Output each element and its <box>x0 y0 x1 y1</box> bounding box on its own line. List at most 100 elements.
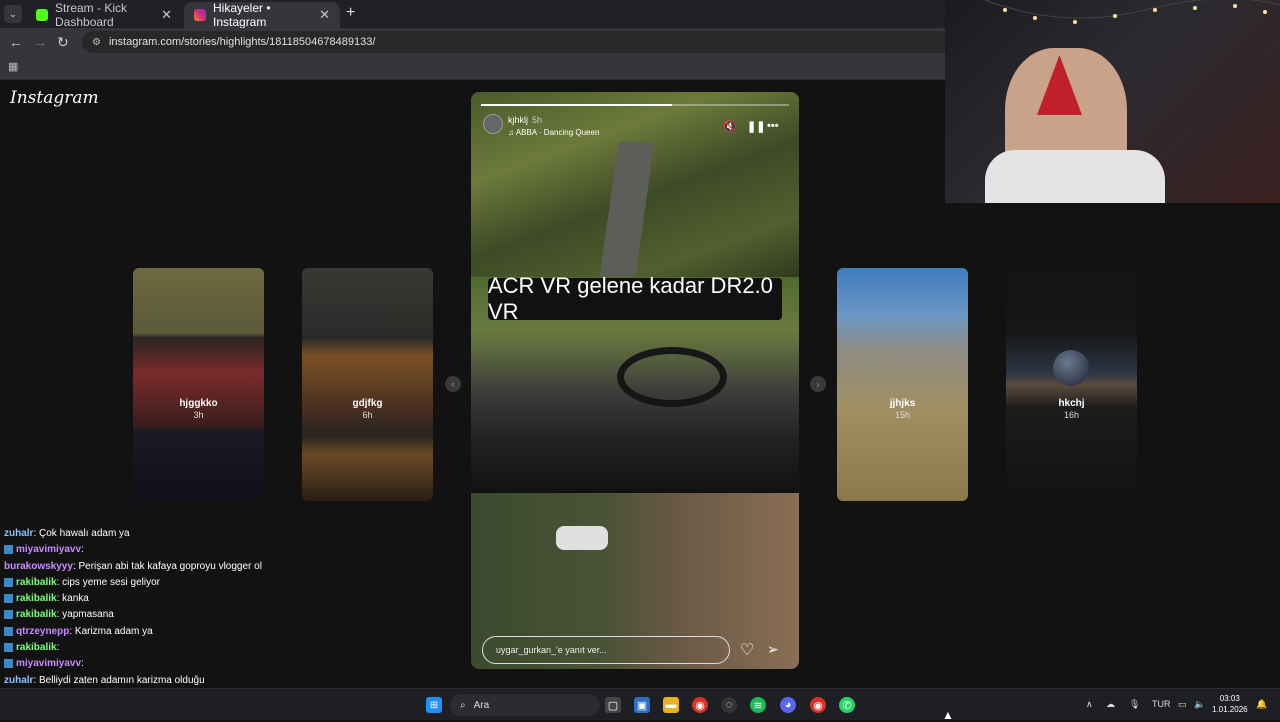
url-text: instagram.com/stories/highlights/1811850… <box>108 36 376 48</box>
chat-text: : <box>81 544 84 556</box>
spotify-icon[interactable]: ≋ <box>750 697 766 713</box>
task-view-icon[interactable]: ▢ <box>605 697 621 713</box>
story-author[interactable]: kjhklj 5h <box>508 115 542 125</box>
story-progress-bar <box>481 104 789 106</box>
chat-message: miyavimiyavv: <box>4 656 464 672</box>
story-username: jjhjks <box>889 398 916 409</box>
network-icon[interactable]: ▭ <box>1178 699 1187 710</box>
story-music[interactable]: ♫ ABBA · Dancing Queen <box>508 128 599 137</box>
address-bar[interactable]: ⚙ instagram.com/stories/highlights/18118… <box>82 31 952 53</box>
story-age: 3h <box>193 410 204 420</box>
mute-icon[interactable]: 🔇 <box>723 120 737 133</box>
previous-story-arrow-icon[interactable]: ‹ <box>445 376 461 392</box>
back-arrow-icon[interactable]: ← <box>9 34 23 50</box>
road-shape <box>599 142 655 277</box>
chat-message: burakowskyyy: Perişan abi tak kafaya gop… <box>4 559 464 575</box>
taskbar-search[interactable]: ⌕ Ara <box>450 694 600 716</box>
tab-search-icon[interactable]: ⌄ <box>4 5 22 23</box>
story-age: 15h <box>894 410 911 420</box>
new-tab-icon[interactable]: + <box>346 4 355 22</box>
pause-icon[interactable]: ❚❚ <box>747 120 765 133</box>
kick-favicon-icon <box>36 9 48 21</box>
chat-username[interactable]: miyavimiyavv <box>16 658 81 669</box>
obs-icon[interactable]: ◌ <box>721 697 737 713</box>
tab-instagram-stories[interactable]: Hikayeler • Instagram ✕ <box>184 1 340 29</box>
close-icon[interactable]: ✕ <box>319 7 330 23</box>
clock-date: 1.01.2026 <box>1212 705 1248 714</box>
send-icon[interactable]: ➢ <box>767 641 779 658</box>
story-preview[interactable]: gdjfkg 6h <box>302 268 433 501</box>
chat-username[interactable]: qtrzeynepp <box>16 626 69 637</box>
avatar[interactable] <box>483 114 503 134</box>
microphone-icon[interactable]: 🎙 <box>1129 699 1140 710</box>
volume-icon[interactable]: 🔈 <box>1194 699 1205 710</box>
system-clock[interactable]: 03:03 1.01.2026 <box>1212 693 1248 715</box>
chat-username[interactable]: miyavimiyavv <box>16 544 81 555</box>
chat-message: rakibalik: yapmasana <box>4 607 464 623</box>
chat-badge-icon <box>4 610 13 620</box>
tray-chevron-icon[interactable]: ∧ <box>1086 699 1093 710</box>
chat-username[interactable]: burakowskyyy <box>4 561 73 572</box>
chat-username[interactable]: zuhalr <box>4 675 33 686</box>
vr-headset-shape <box>556 526 608 550</box>
tab-kick-dashboard[interactable]: Stream - Kick Dashboard ✕ <box>26 1 182 29</box>
webcam-overlay <box>945 0 1280 203</box>
chrome-active-icon[interactable]: ◉ <box>810 697 826 713</box>
heart-icon[interactable]: ♡ <box>740 640 754 660</box>
apps-grid-icon[interactable]: ▦ <box>8 60 18 73</box>
close-icon[interactable]: ✕ <box>161 7 172 23</box>
chat-username[interactable]: zuhalr <box>4 528 33 539</box>
windows-start-icon[interactable]: ⊞ <box>426 697 442 713</box>
file-explorer-icon[interactable]: ▬ <box>663 697 679 713</box>
chat-text: : yapmasana <box>56 609 114 621</box>
notification-icon[interactable]: 🔔 <box>1256 699 1267 710</box>
chat-text: : <box>56 642 60 654</box>
story-age: 5h <box>532 115 543 125</box>
chat-badge-icon <box>4 577 13 587</box>
search-icon: ⌕ <box>460 699 466 711</box>
site-info-icon[interactable]: ⚙ <box>92 37 101 48</box>
chat-badge-icon <box>4 594 13 604</box>
more-options-icon[interactable]: ••• <box>767 120 779 132</box>
chat-username[interactable]: rakibalik <box>16 593 57 604</box>
language-indicator[interactable]: TUR <box>1152 699 1171 709</box>
reload-icon[interactable]: ↻ <box>57 34 69 51</box>
chrome-icon[interactable]: ◉ <box>692 697 708 713</box>
chat-badge-icon <box>4 659 13 669</box>
chat-text: : Belliydi zaten adamın karizma olduğu <box>33 674 205 686</box>
chat-badge-icon <box>4 626 13 636</box>
microsoft-store-icon[interactable]: ▣ <box>634 697 650 713</box>
whatsapp-icon[interactable]: ✆ <box>839 697 855 713</box>
onedrive-icon[interactable]: ☁ <box>1106 699 1115 710</box>
chat-message: miyavimiyavv: <box>4 542 464 558</box>
chat-message: rakibalik: <box>4 640 464 656</box>
next-story-arrow-icon[interactable]: › <box>810 376 826 392</box>
story-age: 6h <box>362 410 373 420</box>
story-preview[interactable]: hjggkko 3h <box>133 268 264 501</box>
chat-message: zuhalr: Çok hawalı adam ya <box>4 526 464 542</box>
chat-text: : Karizma adam ya <box>69 625 153 637</box>
chat-text: : Çok hawalı adam ya <box>33 528 130 539</box>
steering-wheel-shape <box>617 347 727 407</box>
reply-input[interactable]: uygar_gurkan_'e yanıt ver... <box>482 636 730 664</box>
instagram-logo[interactable]: Instagram <box>10 88 99 108</box>
chat-message: rakibalik: cips yeme sesi geliyor <box>4 575 464 591</box>
story-preview[interactable]: hkchj 16h <box>1006 268 1137 501</box>
main-story-viewer[interactable]: kjhklj 5h ♫ ABBA · Dancing Queen 🔇 ❚❚ •••… <box>471 92 799 669</box>
streamer-hoodie <box>985 150 1165 203</box>
story-preview[interactable]: jjhjks 15h <box>837 268 968 501</box>
tab-label: Stream - Kick Dashboard <box>55 1 128 29</box>
chat-username[interactable]: rakibalik <box>16 577 57 588</box>
chat-message: zuhalr: Belliydi zaten adamın karizma ol… <box>4 673 464 689</box>
story-username: hjggkko <box>179 398 218 409</box>
chat-username[interactable]: rakibalik <box>16 642 57 653</box>
tab-label: Hikayeler • Instagram <box>213 1 271 29</box>
chat-message: rakibalik: kanka <box>4 591 464 607</box>
story-username: hkchj <box>1058 398 1085 409</box>
chat-text: : <box>81 658 84 670</box>
clock-time: 03:03 <box>1219 694 1240 703</box>
chat-username[interactable]: rakibalik <box>16 609 57 620</box>
story-progress-fill <box>481 104 672 106</box>
forward-arrow-icon[interactable]: → <box>33 34 47 50</box>
discord-icon[interactable]: ◕ <box>780 697 796 713</box>
